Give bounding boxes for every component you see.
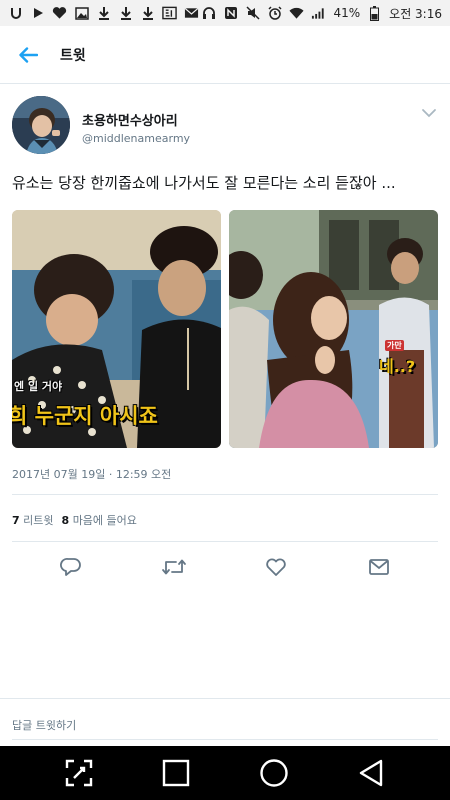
like-count: 8 <box>61 514 70 527</box>
wifi-icon <box>289 6 305 21</box>
envelope-icon <box>368 559 389 575</box>
back-arrow-icon <box>19 46 38 63</box>
download-icon <box>118 6 133 21</box>
reply-button[interactable] <box>51 552 91 582</box>
tweet-author[interactable]: 초용하면수상아리 @middlenamearmy <box>12 96 438 158</box>
download-icon <box>96 6 111 21</box>
tweet-text: 유소는 당장 한끼줍쇼에 나가서도 잘 모른다는 소리 듣잖아 ... <box>12 174 396 192</box>
retweet-count-link[interactable]: 7 리트윗 <box>12 512 54 528</box>
divider <box>12 541 438 542</box>
photo-caption-right: 네..? <box>379 357 416 376</box>
back-button[interactable] <box>0 26 56 84</box>
retweet-count: 7 <box>12 514 20 527</box>
tweet-media: 엔 일 거야 희 누군지 아시죠 가만 네..? <box>12 210 438 448</box>
triangle-back-icon <box>360 759 383 787</box>
share-via-message-button[interactable] <box>359 552 399 582</box>
like-count-link[interactable]: 8 마음에 들어요 <box>62 512 137 528</box>
u-icon <box>8 6 23 21</box>
system-nav-bar <box>0 746 450 800</box>
user-handle[interactable]: @middlenamearmy <box>82 132 190 145</box>
tweet-photo-1[interactable]: 엔 일 거야 희 누군지 아시죠 <box>12 210 221 448</box>
capture-icon <box>65 759 92 787</box>
alarm-icon <box>267 6 282 21</box>
avatar[interactable] <box>12 96 70 154</box>
image-icon <box>74 6 89 21</box>
divider <box>12 494 438 495</box>
tweet-stats: 7 리트윗 8 마음에 들어요 <box>12 512 137 528</box>
recents-button[interactable] <box>156 753 196 793</box>
square-icon <box>163 759 190 787</box>
nfc-icon <box>223 6 238 21</box>
tweet-actions <box>0 552 450 582</box>
chevron-down-icon <box>422 109 436 118</box>
mute-icon <box>245 6 260 21</box>
headphones-icon <box>201 6 216 21</box>
battery-icon <box>367 5 382 21</box>
display-name[interactable]: 초용하면수상아리 <box>82 110 178 129</box>
status-bar-system: 41% 오전 3:16 <box>201 5 442 22</box>
page-title: 트윗 <box>60 47 86 64</box>
tweet-timestamp: 2017년 07월 19일 · 12:59 오전 <box>12 468 172 481</box>
photo-caption-top: 엔 일 거야 <box>14 380 63 393</box>
reply-composer[interactable]: 답글 트윗하기 <box>0 698 450 746</box>
circle-icon <box>260 759 288 787</box>
signal-icon <box>311 6 326 21</box>
photo-caption: 희 누군지 아시죠 <box>12 404 158 428</box>
battery-percent: 41% <box>333 6 361 20</box>
retweet-label: 리트윗 <box>23 514 54 527</box>
retweet-button[interactable] <box>154 552 194 582</box>
download-icon <box>140 6 155 21</box>
reply-icon <box>60 558 82 576</box>
like-label: 마음에 들어요 <box>72 514 137 527</box>
clock: 오전 3:16 <box>389 6 442 21</box>
status-bar: 41% 오전 3:16 <box>0 0 450 26</box>
reply-input[interactable]: 답글 트윗하기 <box>12 717 76 733</box>
screen-capture-button[interactable] <box>59 753 99 793</box>
avatar-image <box>12 96 70 154</box>
retweet-icon <box>161 559 186 575</box>
heart-outline-icon <box>266 558 286 576</box>
home-button[interactable] <box>254 753 294 793</box>
reply-underline <box>12 739 438 740</box>
tweet-menu-button[interactable] <box>420 104 438 118</box>
app-header: 트윗 <box>0 26 450 84</box>
play-icon <box>30 6 45 21</box>
app-icon <box>162 6 177 21</box>
tweet-photo-2[interactable]: 가만 네..? <box>229 210 438 448</box>
like-button[interactable] <box>256 552 296 582</box>
back-nav-button[interactable] <box>351 753 391 793</box>
mail-icon <box>184 6 199 21</box>
heart-icon <box>52 6 67 21</box>
photo-tag: 가만 <box>385 340 404 351</box>
status-bar-notifications <box>8 6 199 21</box>
